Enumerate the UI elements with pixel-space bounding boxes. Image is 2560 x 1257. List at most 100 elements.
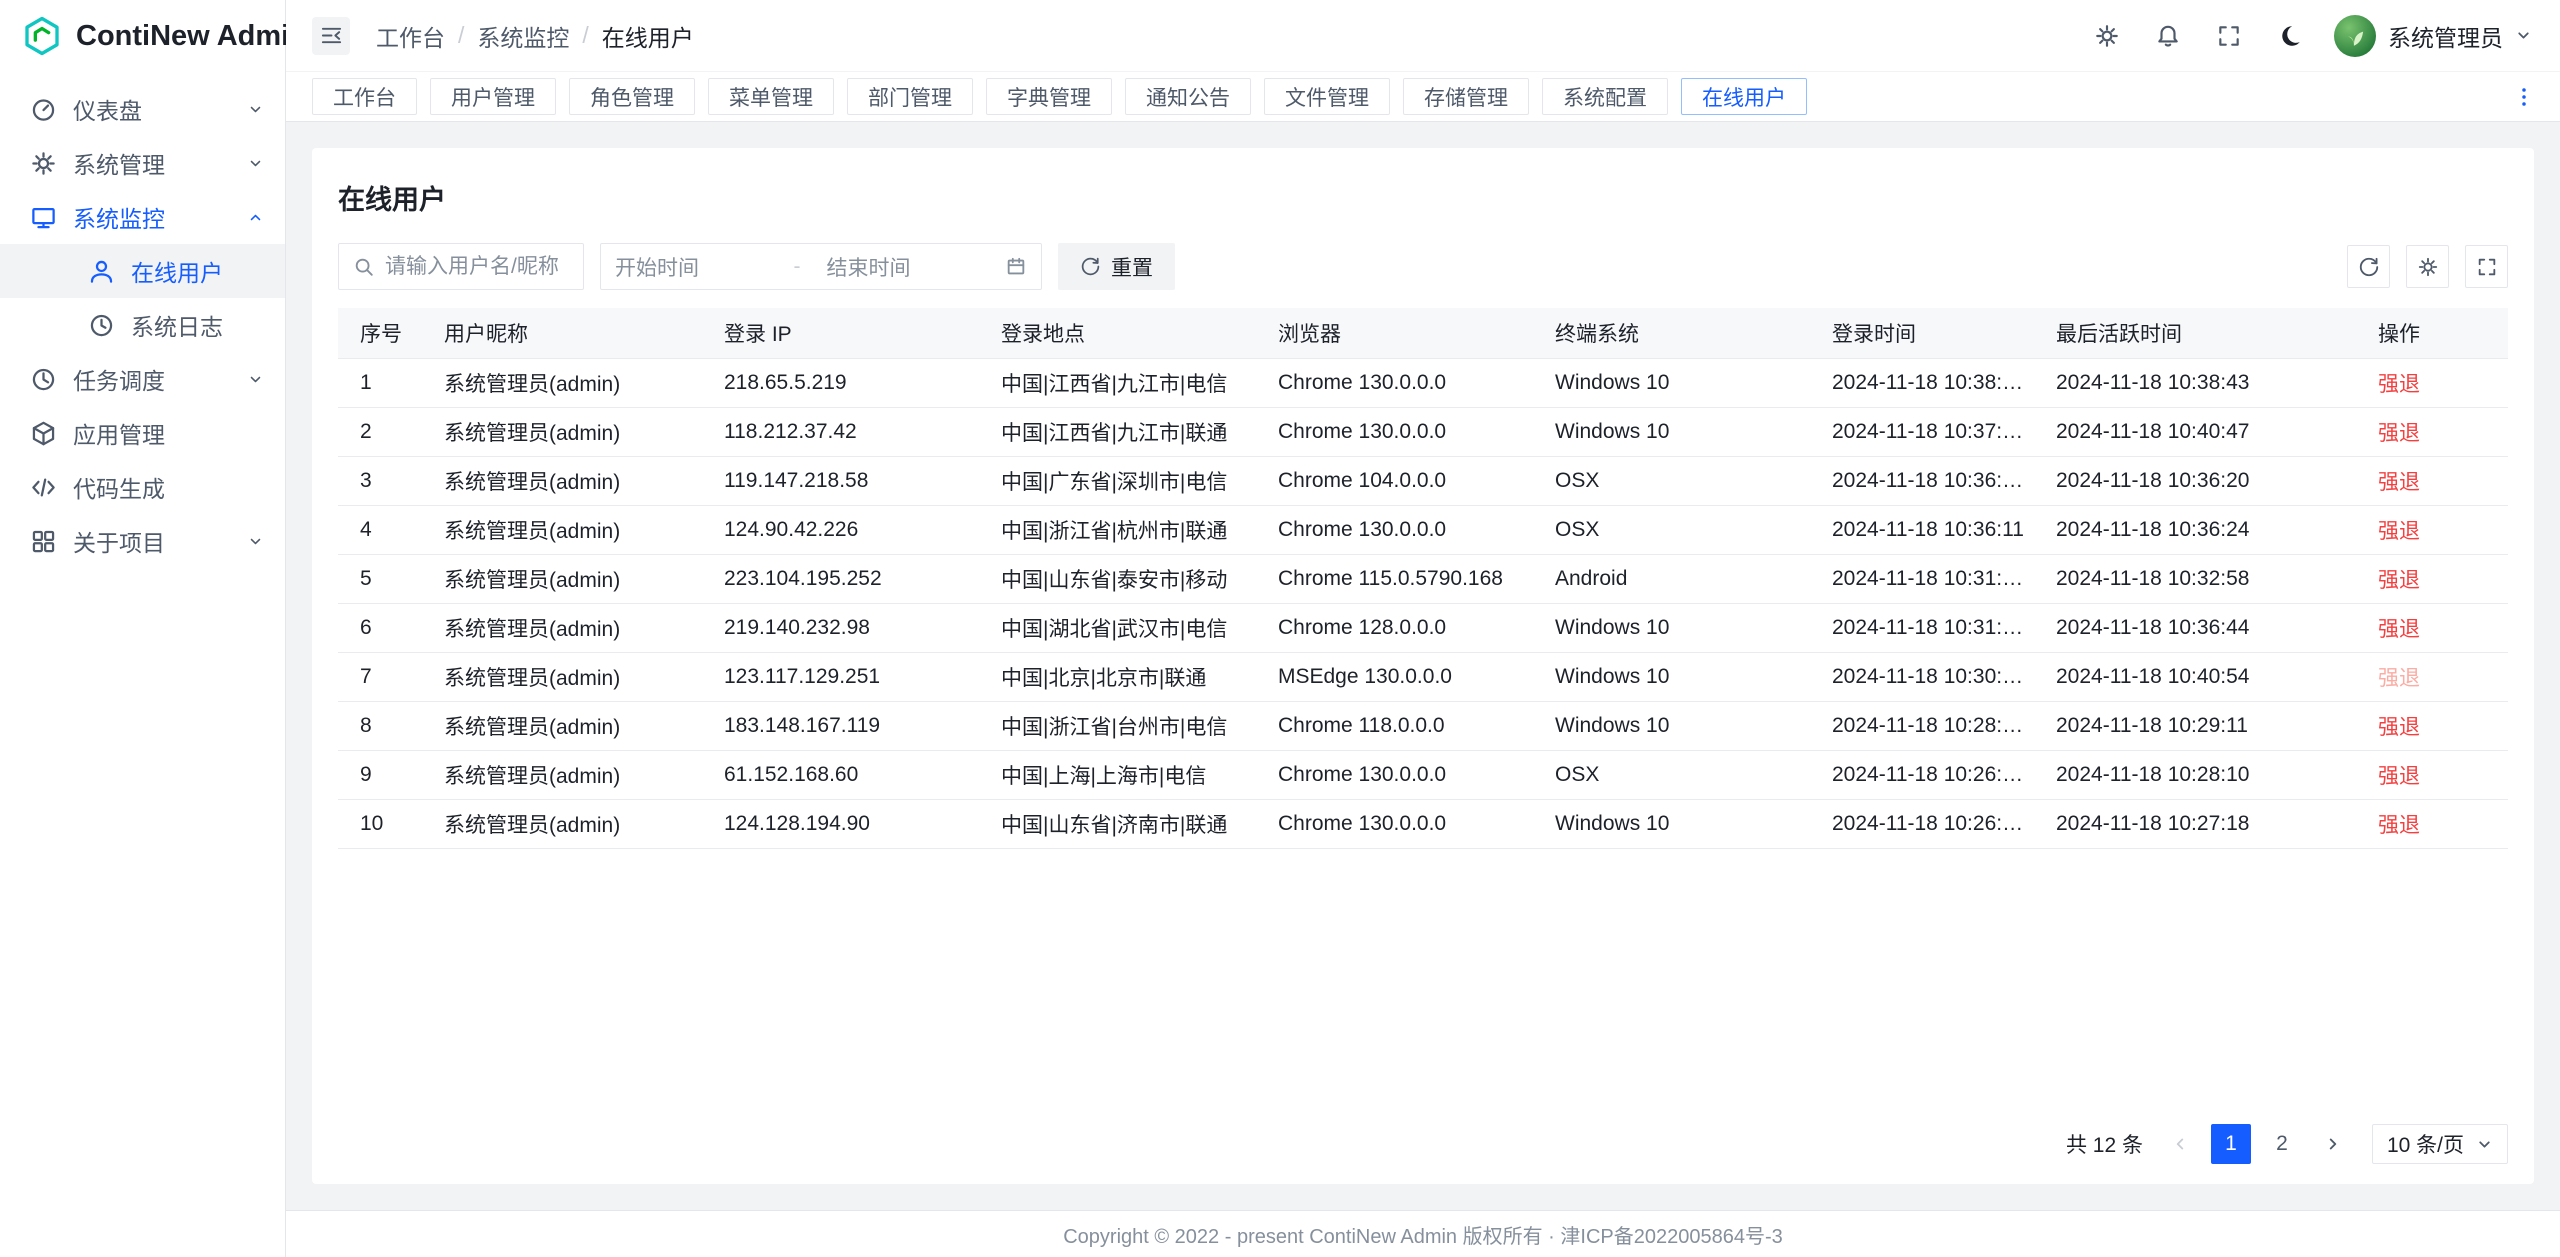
page-1-button[interactable]: 1 [2211, 1124, 2251, 1164]
breadcrumb-separator: / [582, 22, 588, 49]
tab[interactable]: 存储管理 [1403, 78, 1529, 115]
tab[interactable]: 角色管理 [569, 78, 695, 115]
cell-location: 中国|上海|上海市|电信 [985, 750, 1262, 799]
end-date-field[interactable]: 结束时间 [811, 252, 996, 282]
tab[interactable]: 在线用户 [1681, 78, 1807, 115]
cell-location: 中国|浙江省|杭州市|联通 [985, 505, 1262, 554]
start-date-field[interactable]: 开始时间 [615, 252, 784, 282]
force-logout-link[interactable]: 强退 [2378, 765, 2420, 788]
cell-action: 强退 [2362, 603, 2508, 652]
table-row: 10 系统管理员(admin) 124.128.194.90 中国|山东省|济南… [338, 799, 2508, 848]
date-range-picker[interactable]: 开始时间 - 结束时间 [600, 243, 1042, 290]
calendar-icon [1005, 256, 1027, 278]
tab-actions-button[interactable] [2506, 79, 2542, 115]
sidebar-item-system-logs[interactable]: 系统日志 [0, 298, 285, 352]
cell-login-time: 2024-11-18 10:38:39 [1816, 358, 2040, 407]
sidebar-item-about-project[interactable]: 关于项目 [0, 514, 285, 568]
sidebar-item-system-management[interactable]: 系统管理 [0, 136, 285, 190]
cell-last-active: 2024-11-18 10:36:44 [2040, 603, 2362, 652]
refresh-icon [1080, 256, 1101, 277]
table-header: 序号用户昵称登录 IP登录地点浏览器终端系统登录时间最后活跃时间操作 [338, 308, 2508, 358]
sidebar-item-system-monitor[interactable]: 系统监控 [0, 190, 285, 244]
tab[interactable]: 部门管理 [847, 78, 973, 115]
force-logout-link[interactable]: 强退 [2378, 471, 2420, 494]
force-logout-link[interactable]: 强退 [2378, 569, 2420, 592]
tab[interactable]: 用户管理 [430, 78, 556, 115]
sidebar-item-dashboard[interactable]: 仪表盘 [0, 82, 285, 136]
tab[interactable]: 系统配置 [1542, 78, 1668, 115]
table-refresh-button[interactable] [2347, 245, 2390, 288]
cell-browser: MSEdge 130.0.0.0 [1262, 652, 1539, 701]
tab[interactable]: 通知公告 [1125, 78, 1251, 115]
tab[interactable]: 文件管理 [1264, 78, 1390, 115]
tab[interactable]: 字典管理 [986, 78, 1112, 115]
dark-mode-button[interactable] [2273, 19, 2307, 53]
cell-location: 中国|江西省|九江市|电信 [985, 358, 1262, 407]
cell-action: 强退 [2362, 358, 2508, 407]
gear-icon [2417, 256, 2439, 278]
cell-ip: 118.212.37.42 [708, 407, 985, 456]
force-logout-link[interactable]: 强退 [2378, 373, 2420, 396]
cell-index: 3 [338, 456, 428, 505]
sidebar-item-task-scheduler[interactable]: 任务调度 [0, 352, 285, 406]
cell-nickname: 系统管理员(admin) [428, 358, 708, 407]
table-settings-button[interactable] [2406, 245, 2449, 288]
page-size-value: 10 条/页 [2387, 1129, 2464, 1159]
breadcrumb-item[interactable]: 工作台 [376, 19, 445, 53]
sidebar-item-online-users[interactable]: 在线用户 [0, 244, 285, 298]
settings-button[interactable] [2090, 19, 2124, 53]
cell-index: 2 [338, 407, 428, 456]
sidebar-menu: 仪表盘 系统管理 系统监控 [0, 72, 285, 568]
force-logout-link[interactable]: 强退 [2378, 618, 2420, 641]
chevron-right-icon [2324, 1135, 2342, 1153]
force-logout-link[interactable]: 强退 [2378, 667, 2420, 690]
cell-login-time: 2024-11-18 10:30:47 [1816, 652, 2040, 701]
sidebar-item-label: 系统日志 [131, 308, 265, 342]
sidebar-collapse-button[interactable] [312, 17, 350, 55]
copyright-text: Copyright © 2022 - present ContiNew Admi… [1063, 1220, 1783, 1249]
prev-page-button[interactable] [2160, 1124, 2200, 1164]
cell-login-time: 2024-11-18 10:31:19 [1816, 603, 2040, 652]
breadcrumb-item[interactable]: 系统监控 [477, 19, 569, 53]
next-page-button[interactable] [2313, 1124, 2353, 1164]
page-2-button[interactable]: 2 [2262, 1124, 2302, 1164]
column-header: 登录 IP [708, 308, 985, 358]
force-logout-link[interactable]: 强退 [2378, 716, 2420, 739]
sidebar: ContiNew Admin 仪表盘 系统管理 系统监控 [0, 0, 286, 1257]
cell-login-time: 2024-11-18 10:26:44 [1816, 750, 2040, 799]
app-logo[interactable]: ContiNew Admin [0, 0, 285, 72]
force-logout-link[interactable]: 强退 [2378, 422, 2420, 445]
gear-icon [2094, 23, 2120, 49]
table-fullscreen-button[interactable] [2465, 245, 2508, 288]
column-header: 浏览器 [1262, 308, 1539, 358]
cell-last-active: 2024-11-18 10:38:43 [2040, 358, 2362, 407]
cell-browser: Chrome 128.0.0.0 [1262, 603, 1539, 652]
sidebar-item-label: 仪表盘 [73, 92, 230, 126]
tab[interactable]: 菜单管理 [708, 78, 834, 115]
table-row: 6 系统管理员(admin) 219.140.232.98 中国|湖北省|武汉市… [338, 603, 2508, 652]
page-size-select[interactable]: 10 条/页 [2372, 1124, 2508, 1164]
clock-icon [30, 366, 57, 393]
cell-ip: 223.104.195.252 [708, 554, 985, 603]
user-menu[interactable]: 系统管理员 [2334, 15, 2532, 57]
user-icon [88, 258, 115, 285]
cell-browser: Chrome 130.0.0.0 [1262, 505, 1539, 554]
chevron-down-icon [246, 370, 265, 389]
cell-nickname: 系统管理员(admin) [428, 407, 708, 456]
fullscreen-button[interactable] [2212, 19, 2246, 53]
notifications-button[interactable] [2151, 19, 2185, 53]
cell-index: 4 [338, 505, 428, 554]
reset-button[interactable]: 重置 [1058, 243, 1175, 290]
column-header: 序号 [338, 308, 428, 358]
sidebar-item-code-generation[interactable]: 代码生成 [0, 460, 285, 514]
sidebar-item-app-management[interactable]: 应用管理 [0, 406, 285, 460]
search-input[interactable] [385, 255, 569, 279]
tab[interactable]: 工作台 [312, 78, 417, 115]
cell-action: 强退 [2362, 799, 2508, 848]
sidebar-item-label: 代码生成 [73, 470, 265, 504]
force-logout-link[interactable]: 强退 [2378, 814, 2420, 837]
breadcrumb-item-current: 在线用户 [602, 19, 694, 53]
table-row: 9 系统管理员(admin) 61.152.168.60 中国|上海|上海市|电… [338, 750, 2508, 799]
monitor-icon [30, 204, 57, 231]
force-logout-link[interactable]: 强退 [2378, 520, 2420, 543]
